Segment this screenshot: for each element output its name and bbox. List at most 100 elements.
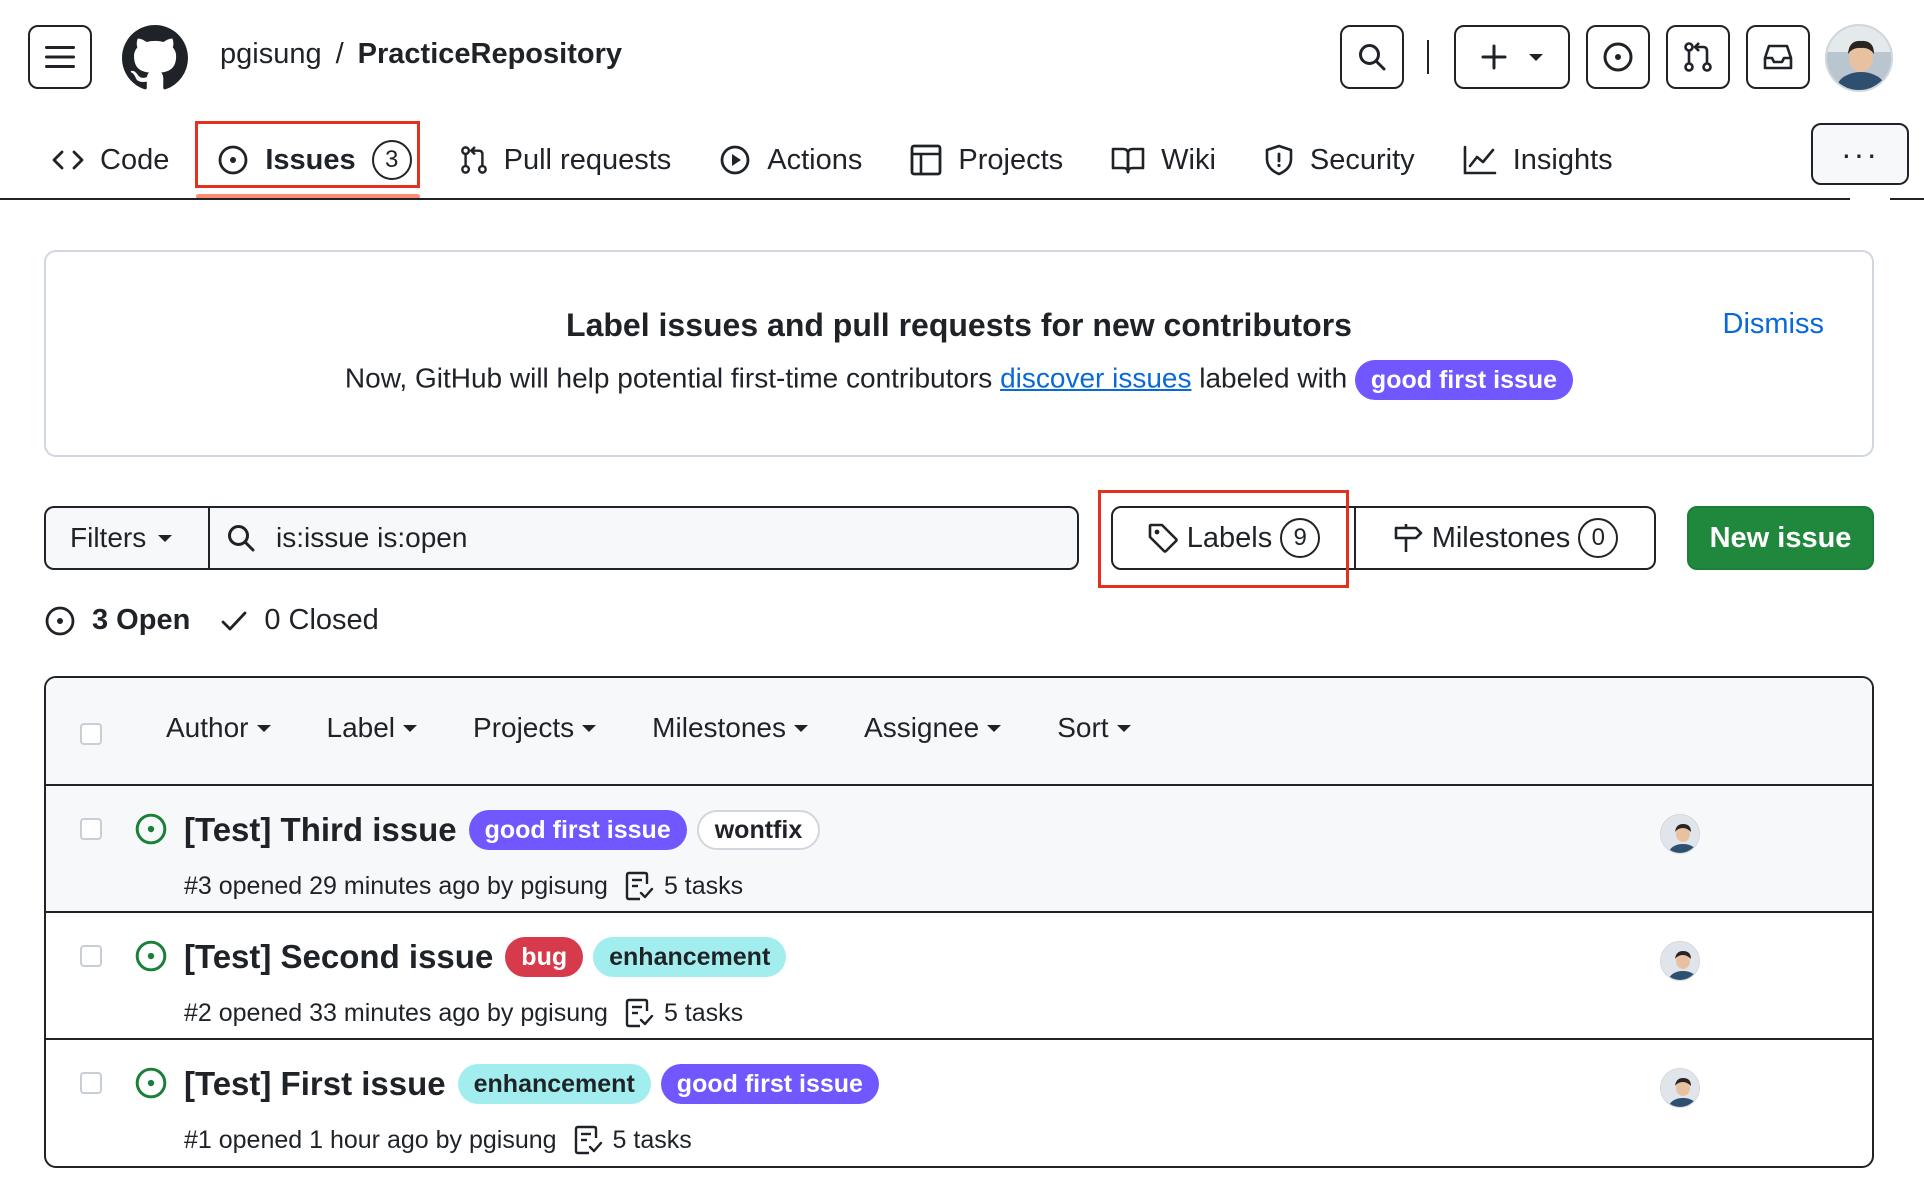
projects-filter-label: Projects xyxy=(473,712,575,743)
tab-issues[interactable]: Issues 3 xyxy=(205,128,423,192)
chevron-down-icon xyxy=(158,534,173,542)
issue-meta: #1 opened 1 hour ago by pgisung 5 tasks xyxy=(184,1124,692,1156)
issue-title-line: [Test] Second issue bug enhancement xyxy=(184,937,787,977)
label-filter[interactable]: Label xyxy=(327,712,418,744)
assignee-filter[interactable]: Assignee xyxy=(864,712,1002,744)
header-pull-requests-button[interactable] xyxy=(1666,25,1730,89)
select-all-checkbox[interactable] xyxy=(80,723,102,745)
play-icon xyxy=(720,145,750,175)
issue-tasks: 5 tasks xyxy=(624,870,743,902)
open-issues-filter[interactable]: 3 Open xyxy=(44,604,190,637)
issue-title-link[interactable]: [Test] Second issue xyxy=(184,938,493,976)
check-icon xyxy=(221,611,247,630)
issue-meta-text: #3 opened 29 minutes ago by pgisung xyxy=(184,871,608,900)
tab-actions-label: Actions xyxy=(767,143,863,176)
menu-button[interactable] xyxy=(28,25,92,89)
banner-title: Label issues and pull requests for new c… xyxy=(566,307,1352,343)
issue-row[interactable]: [Test] Third issue good first issue wont… xyxy=(46,786,1872,913)
tabbar-border-right xyxy=(1890,198,1924,200)
header-issues-button[interactable] xyxy=(1586,25,1650,89)
assignee-avatar[interactable] xyxy=(1660,1068,1700,1108)
user-avatar[interactable] xyxy=(1825,24,1893,92)
labels-label: Labels xyxy=(1186,521,1273,554)
dismiss-button[interactable]: Dismiss xyxy=(1723,308,1825,341)
issue-tasks-label: 5 tasks xyxy=(612,1125,692,1154)
projects-filter[interactable]: Projects xyxy=(473,712,597,744)
issue-label[interactable]: good first issue xyxy=(660,1064,879,1104)
git-pull-request-icon xyxy=(460,146,487,174)
shield-icon xyxy=(1265,144,1293,176)
issue-list-header: Author Label Projects Milestones Assigne… xyxy=(46,678,1872,786)
issue-opened-icon xyxy=(135,1067,167,1099)
issue-title-line: [Test] First issue enhancement good firs… xyxy=(184,1064,879,1104)
milestones-filter-label: Milestones xyxy=(652,712,787,743)
chevron-down-icon xyxy=(1529,53,1543,61)
issue-label[interactable]: enhancement xyxy=(457,1064,651,1104)
closed-issues-filter[interactable]: 0 Closed xyxy=(220,604,379,637)
labels-button[interactable]: Labels 9 xyxy=(1113,508,1356,568)
issue-opened-icon xyxy=(45,606,75,635)
tab-insights-label: Insights xyxy=(1512,143,1613,176)
github-logo-icon[interactable] xyxy=(122,25,188,91)
issue-label[interactable]: bug xyxy=(505,937,584,977)
author-filter[interactable]: Author xyxy=(166,712,271,744)
tab-projects[interactable]: Projects xyxy=(898,128,1075,192)
issue-row[interactable]: [Test] First issue enhancement good firs… xyxy=(46,1040,1872,1166)
tab-code[interactable]: Code xyxy=(40,128,181,192)
issue-meta: #2 opened 33 minutes ago by pgisung 5 ta… xyxy=(184,997,743,1029)
issue-checkbox[interactable] xyxy=(80,945,102,967)
issue-label[interactable]: enhancement xyxy=(593,937,787,977)
issue-title-link[interactable]: [Test] Third issue xyxy=(184,811,457,849)
issue-label[interactable]: wontfix xyxy=(696,810,821,850)
chevron-down-icon xyxy=(1116,724,1131,732)
banner-text-after: labeled with xyxy=(1191,362,1355,394)
tab-projects-label: Projects xyxy=(958,143,1064,176)
chevron-down-icon xyxy=(794,724,809,732)
tab-insights[interactable]: Insights xyxy=(1451,128,1625,192)
issue-opened-icon xyxy=(135,813,167,845)
search-button[interactable] xyxy=(1340,25,1404,89)
tab-wiki-label: Wiki xyxy=(1161,143,1216,176)
assignee-avatar[interactable] xyxy=(1660,814,1700,854)
milestones-button[interactable]: Milestones 0 xyxy=(1356,508,1654,568)
open-count-label: 3 Open xyxy=(92,604,191,636)
inbox-button[interactable] xyxy=(1746,25,1810,89)
issue-title-link[interactable]: [Test] First issue xyxy=(184,1065,446,1103)
create-new-button[interactable] xyxy=(1454,25,1570,89)
tab-pull-requests[interactable]: Pull requests xyxy=(448,128,684,192)
sort-filter[interactable]: Sort xyxy=(1057,712,1131,744)
chevron-down-icon xyxy=(582,724,597,732)
banner-label-good-first-issue[interactable]: good first issue xyxy=(1354,360,1574,400)
milestones-label: Milestones xyxy=(1431,521,1571,554)
sort-filter-label: Sort xyxy=(1057,712,1109,743)
tab-pull-requests-label: Pull requests xyxy=(503,143,672,176)
chevron-down-icon xyxy=(256,724,271,732)
kebab-horizontal-icon: ··· xyxy=(1841,135,1879,172)
filters-button[interactable]: Filters xyxy=(44,506,210,570)
issue-checkbox[interactable] xyxy=(80,818,102,840)
issue-meta: #3 opened 29 minutes ago by pgisung 5 ta… xyxy=(184,870,743,902)
issues-count-badge: 3 xyxy=(371,140,412,180)
issue-opened-icon xyxy=(1603,42,1633,72)
assignee-avatar[interactable] xyxy=(1660,941,1700,981)
header-divider xyxy=(1427,40,1429,74)
breadcrumb-repo[interactable]: PracticeRepository xyxy=(358,38,622,71)
new-issue-button[interactable]: New issue xyxy=(1687,506,1874,570)
tab-wiki[interactable]: Wiki xyxy=(1099,128,1228,192)
tab-actions[interactable]: Actions xyxy=(707,128,874,192)
code-icon xyxy=(52,150,84,170)
milestones-filter[interactable]: Milestones xyxy=(652,712,809,744)
breadcrumb-owner[interactable]: pgisung xyxy=(220,38,322,71)
more-options-button[interactable]: ··· xyxy=(1811,123,1909,185)
repo-nav-tabs: Code Issues 3 Pull requests Actions Proj… xyxy=(40,128,1625,192)
book-icon xyxy=(1111,147,1145,174)
search-icon xyxy=(228,525,255,552)
issue-search-field[interactable] xyxy=(208,506,1079,570)
issue-search-input[interactable] xyxy=(276,522,1036,554)
issue-label[interactable]: good first issue xyxy=(468,810,687,850)
discover-issues-link[interactable]: discover issues xyxy=(1000,362,1191,393)
tab-issues-label: Issues xyxy=(265,143,356,176)
tab-security[interactable]: Security xyxy=(1252,128,1427,192)
issue-row[interactable]: [Test] Second issue bug enhancement #2 o… xyxy=(46,913,1872,1040)
issue-checkbox[interactable] xyxy=(80,1072,102,1094)
